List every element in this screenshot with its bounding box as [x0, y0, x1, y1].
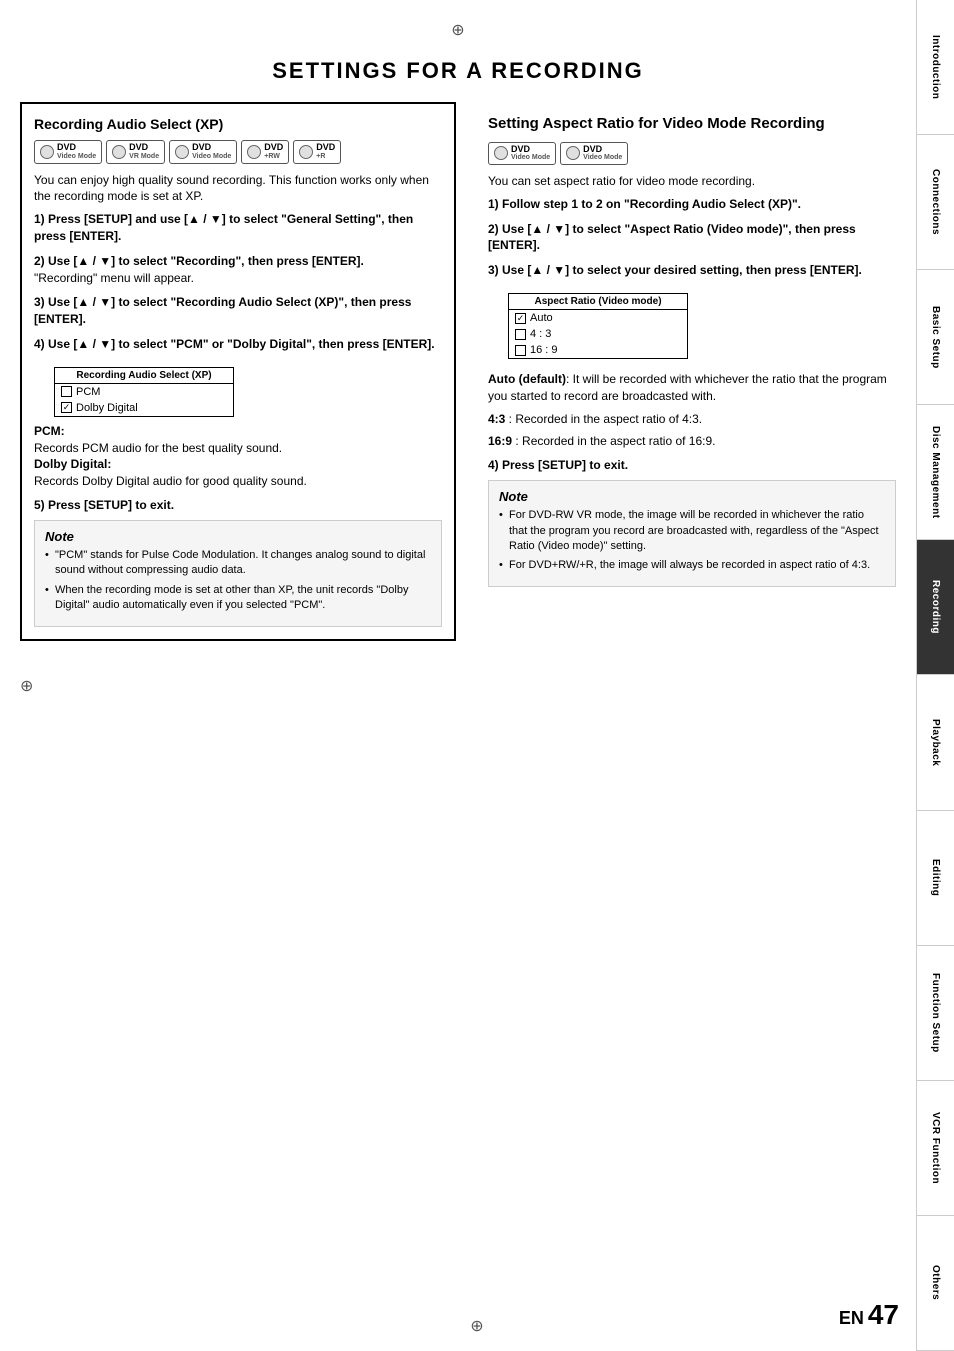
aspect-ratio-box-title: Aspect Ratio (Video mode)	[509, 294, 687, 310]
right-intro: You can set aspect ratio for video mode …	[488, 173, 896, 190]
disc-icon-r	[299, 145, 313, 159]
step2-sub: "Recording" menu will appear.	[34, 271, 194, 285]
pcm-label: PCM	[76, 386, 100, 398]
ratio-169-desc: 16:9 : Recorded in the aspect ratio of 1…	[488, 433, 896, 450]
menu-item-dolby: Dolby Digital	[55, 400, 233, 416]
left-note-item-2: When the recording mode is set at other …	[45, 583, 431, 614]
sidebar-item-playback[interactable]: Playback	[917, 675, 954, 810]
step3-content: Use [▲ / ▼] to select "Recording Audio S…	[34, 295, 411, 326]
sidebar-item-recording[interactable]: Recording	[917, 540, 954, 675]
169-checkbox	[515, 345, 526, 356]
pcm-desc: Records PCM audio for the best quality s…	[34, 441, 282, 455]
recording-audio-menu-box: Recording Audio Select (XP) PCM Dolby Di…	[54, 367, 234, 417]
step1-text: 1)	[34, 212, 45, 226]
dolby-label: Dolby Digital	[76, 402, 138, 414]
right-note-item-2: For DVD+RW/+R, the image will always be …	[499, 558, 885, 573]
right-step2-content: Use [▲ / ▼] to select "Aspect Ratio (Vid…	[488, 222, 856, 253]
dolby-title: Dolby Digital:	[34, 457, 111, 471]
right-step-2: 2) Use [▲ / ▼] to select "Aspect Ratio (…	[488, 221, 896, 255]
step5-text: 5) Press [SETUP] to exit.	[34, 498, 174, 512]
sidebar-item-editing[interactable]: Editing	[917, 811, 954, 946]
right-step4-text: 4) Press [SETUP] to exit.	[488, 458, 628, 472]
43-label: 4 : 3	[530, 328, 551, 340]
sidebar-item-basic-setup[interactable]: Basic Setup	[917, 270, 954, 405]
169-label: 16 : 9	[530, 344, 558, 356]
sidebar-item-others[interactable]: Others	[917, 1216, 954, 1351]
step-4: 4) Use [▲ / ▼] to select "PCM" or "Dolby…	[34, 336, 442, 353]
left-dvd-badges: DVD Video Mode DVD VR Mode	[34, 140, 442, 164]
right-dvd-badges: DVD Video Mode DVD Video Mode	[488, 142, 896, 166]
sidebar-item-vcr-function[interactable]: VCR Function	[917, 1081, 954, 1216]
two-column-layout: Recording Audio Select (XP) DVD Video Mo…	[20, 102, 896, 641]
right-note-item-1: For DVD-RW VR mode, the image will be re…	[499, 508, 885, 554]
step2-content: Use [▲ / ▼] to select "Recording", then …	[48, 254, 364, 268]
left-section: Recording Audio Select (XP) DVD Video Mo…	[20, 102, 456, 641]
bottom-crosshair-icon: ⊕	[470, 1316, 483, 1336]
dolby-checkbox	[61, 402, 72, 413]
top-crosshair-icon: ⊕	[20, 20, 896, 40]
sidebar-item-function-setup[interactable]: Function Setup	[917, 946, 954, 1081]
sidebar-item-connections[interactable]: Connections	[917, 135, 954, 270]
right-step1-content: Follow step 1 to 2 on "Recording Audio S…	[502, 197, 801, 211]
disc-icon	[40, 145, 54, 159]
right-step-1: 1) Follow step 1 to 2 on "Recording Audi…	[488, 196, 896, 213]
right-step-3: 3) Use [▲ / ▼] to select your desired se…	[488, 262, 896, 279]
right-section: Setting Aspect Ratio for Video Mode Reco…	[476, 102, 896, 641]
right-section-title: Setting Aspect Ratio for Video Mode Reco…	[488, 114, 896, 134]
dvd-badge-right-2: DVD Video Mode	[560, 142, 628, 166]
dvd-badge-rw: DVD +RW	[241, 140, 289, 164]
menu-item-43: 4 : 3	[509, 326, 687, 342]
dvd-badge-r: DVD +R	[293, 140, 341, 164]
en-label: EN	[839, 1308, 864, 1329]
left-intro: You can enjoy high quality sound recordi…	[34, 172, 442, 206]
menu-item-pcm: PCM	[55, 384, 233, 400]
left-crosshair-icon: ⊕	[20, 676, 33, 696]
dvd-badge-video: DVD Video Mode	[34, 140, 102, 164]
sidebar: Introduction Connections Basic Setup Dis…	[916, 0, 954, 1351]
disc-icon-rw	[247, 145, 261, 159]
sidebar-item-introduction[interactable]: Introduction	[917, 0, 954, 135]
left-section-title: Recording Audio Select (XP)	[34, 116, 442, 132]
dvd-badge-video2: DVD Video Mode	[169, 140, 237, 164]
page-wrapper: ⊕ ⊕ SETTINGS FOR A RECORDING Recording A…	[0, 0, 954, 1351]
menu-box-title: Recording Audio Select (XP)	[55, 368, 233, 384]
pcm-section: PCM: Records PCM audio for the best qual…	[34, 423, 442, 490]
step5: 5) Press [SETUP] to exit.	[34, 498, 442, 512]
dvd-badge-vr: DVD VR Mode	[106, 140, 165, 164]
step-2: 2) Use [▲ / ▼] to select "Recording", th…	[34, 253, 442, 287]
ratio-43-desc: 4:3 : Recorded in the aspect ratio of 4:…	[488, 411, 896, 428]
disc-icon-r1	[494, 146, 508, 160]
left-note-section: Note "PCM" stands for Pulse Code Modulat…	[34, 520, 442, 627]
right-note-title: Note	[499, 489, 885, 504]
aspect-ratio-menu-box: Aspect Ratio (Video mode) Auto 4 : 3 16 …	[508, 293, 688, 359]
menu-item-auto: Auto	[509, 310, 687, 326]
page-title: SETTINGS FOR A RECORDING	[20, 48, 896, 84]
disc-icon-vr	[112, 145, 126, 159]
right-step3-content: Use [▲ / ▼] to select your desired setti…	[502, 263, 862, 277]
step-1: 1) Press [SETUP] and use [▲ / ▼] to sele…	[34, 211, 442, 245]
main-content: ⊕ SETTINGS FOR A RECORDING Recording Aud…	[0, 0, 916, 1351]
auto-checkbox	[515, 313, 526, 324]
right-step4: 4) Press [SETUP] to exit.	[488, 458, 896, 472]
pcm-title: PCM:	[34, 424, 65, 438]
page-number-area: EN 47	[839, 1299, 899, 1331]
auto-desc-label: Auto (default)	[488, 372, 566, 386]
dolby-desc: Records Dolby Digital audio for good qua…	[34, 474, 307, 488]
step-3: 3) Use [▲ / ▼] to select "Recording Audi…	[34, 294, 442, 328]
step1-content: Press [SETUP] and use [▲ / ▼] to select …	[34, 212, 413, 243]
dvd-badge-right-1: DVD Video Mode	[488, 142, 556, 166]
pcm-checkbox	[61, 386, 72, 397]
disc-icon-v2	[175, 145, 189, 159]
sidebar-item-disc-management[interactable]: Disc Management	[917, 405, 954, 540]
auto-desc: Auto (default): It will be recorded with…	[488, 371, 896, 405]
right-note-section: Note For DVD-RW VR mode, the image will …	[488, 480, 896, 587]
menu-item-169: 16 : 9	[509, 342, 687, 358]
left-note-title: Note	[45, 529, 431, 544]
43-checkbox	[515, 329, 526, 340]
left-note-item-1: "PCM" stands for Pulse Code Modulation. …	[45, 548, 431, 579]
disc-icon-r2	[566, 146, 580, 160]
step4-content: Use [▲ / ▼] to select "PCM" or "Dolby Di…	[48, 337, 435, 351]
auto-label: Auto	[530, 312, 553, 324]
page-number: 47	[868, 1299, 899, 1331]
